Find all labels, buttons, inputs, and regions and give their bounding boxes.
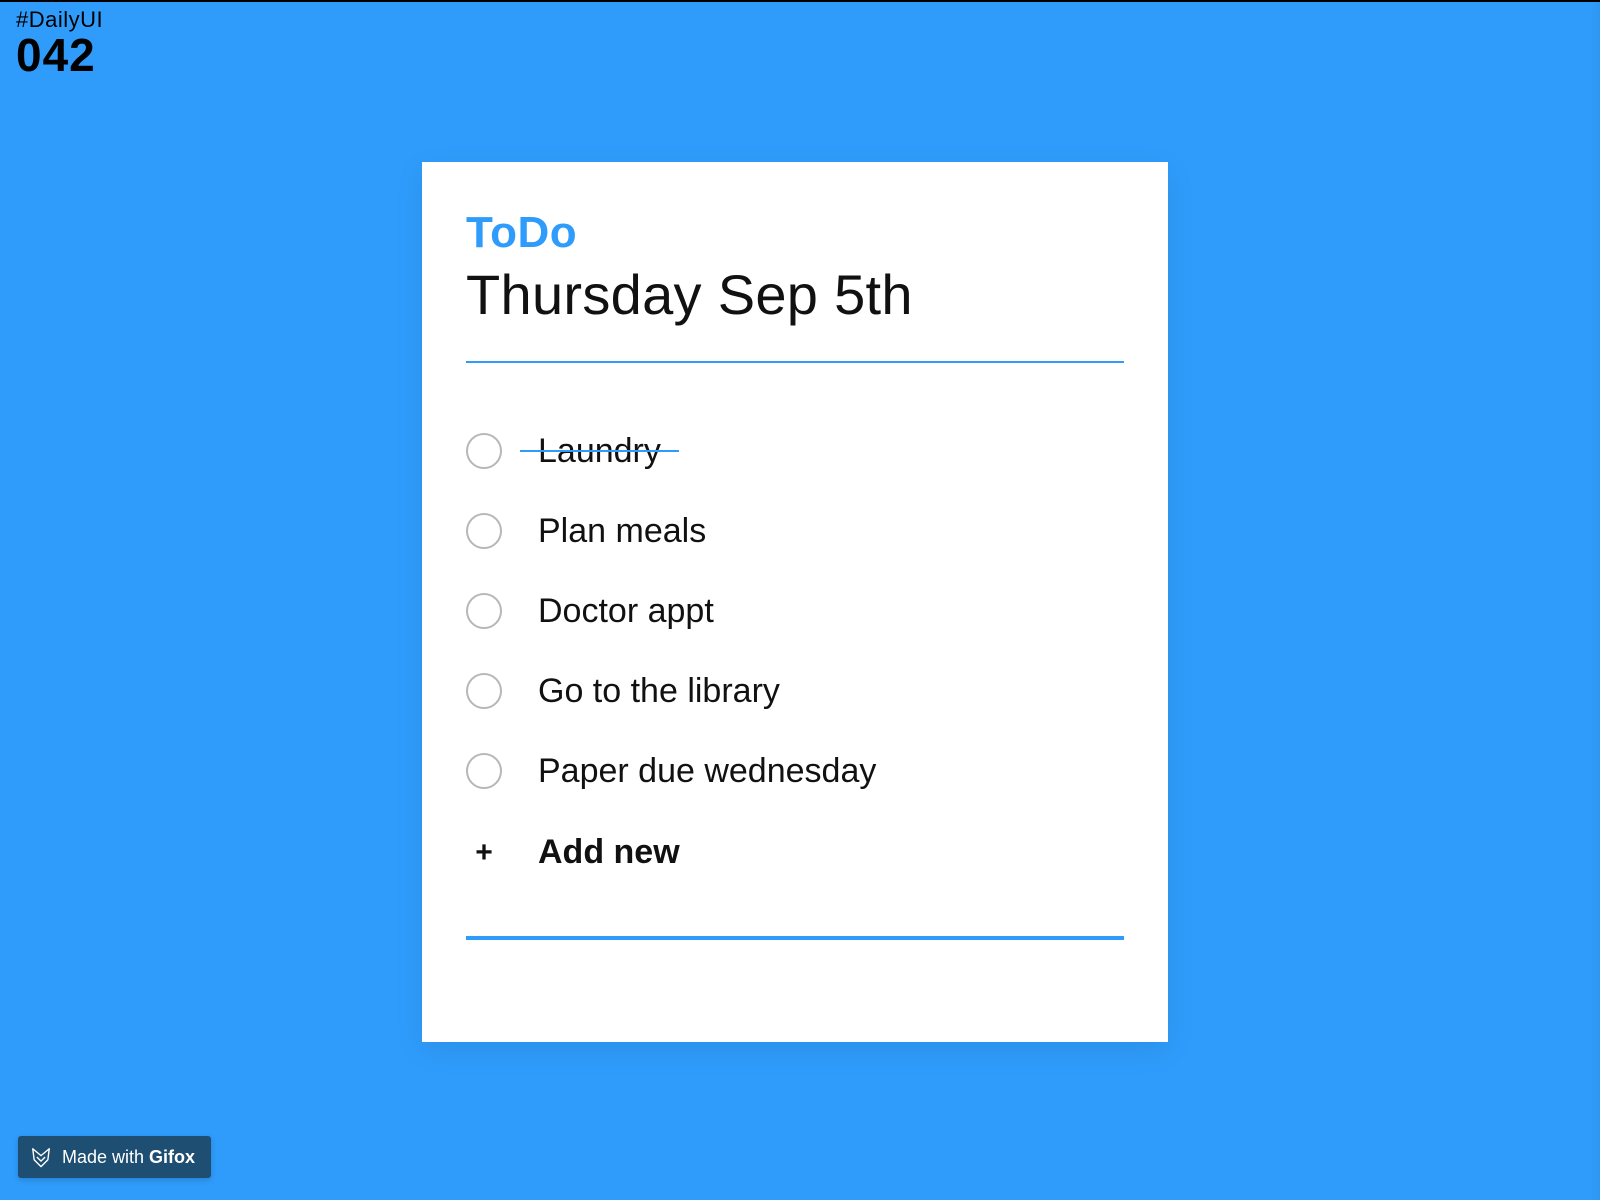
add-new-button[interactable]: + Add new (466, 833, 1124, 872)
gifox-badge-text: Made with Gifox (62, 1147, 195, 1168)
checkbox-icon[interactable] (466, 673, 502, 709)
todo-item-label: Laundry (538, 434, 661, 468)
footer-divider (466, 936, 1124, 940)
todo-item-label: Plan meals (538, 514, 706, 548)
todo-card: ToDo Thursday Sep 5th Laundry Plan meals… (422, 162, 1168, 1042)
plus-icon: + (466, 838, 502, 868)
add-new-label: Add new (538, 833, 680, 872)
todo-list: Laundry Plan meals Doctor appt Go to the… (466, 433, 1124, 872)
challenge-tag: #DailyUI 042 (16, 8, 103, 81)
todo-item-label: Go to the library (538, 674, 780, 708)
todo-item[interactable]: Paper due wednesday (466, 753, 1124, 789)
todo-item[interactable]: Go to the library (466, 673, 1124, 709)
todo-item[interactable]: Laundry (466, 433, 1124, 469)
header-divider (466, 361, 1124, 363)
challenge-number: 042 (16, 30, 103, 81)
todo-item-label: Doctor appt (538, 594, 714, 628)
todo-item[interactable]: Doctor appt (466, 593, 1124, 629)
app-title: ToDo (466, 208, 1124, 258)
checkbox-icon[interactable] (466, 513, 502, 549)
todo-card-inner: ToDo Thursday Sep 5th Laundry Plan meals… (422, 162, 1168, 950)
gifox-badge[interactable]: Made with Gifox (18, 1136, 211, 1178)
gifox-fox-icon (30, 1146, 52, 1168)
checkbox-icon[interactable] (466, 753, 502, 789)
right-edge-shadow (1590, 2, 1600, 1200)
checkbox-icon[interactable] (466, 433, 502, 469)
stage: #DailyUI 042 ToDo Thursday Sep 5th Laund… (0, 2, 1600, 1200)
date-title: Thursday Sep 5th (466, 262, 1124, 327)
checkbox-icon[interactable] (466, 593, 502, 629)
todo-item[interactable]: Plan meals (466, 513, 1124, 549)
todo-item-label: Paper due wednesday (538, 754, 876, 788)
